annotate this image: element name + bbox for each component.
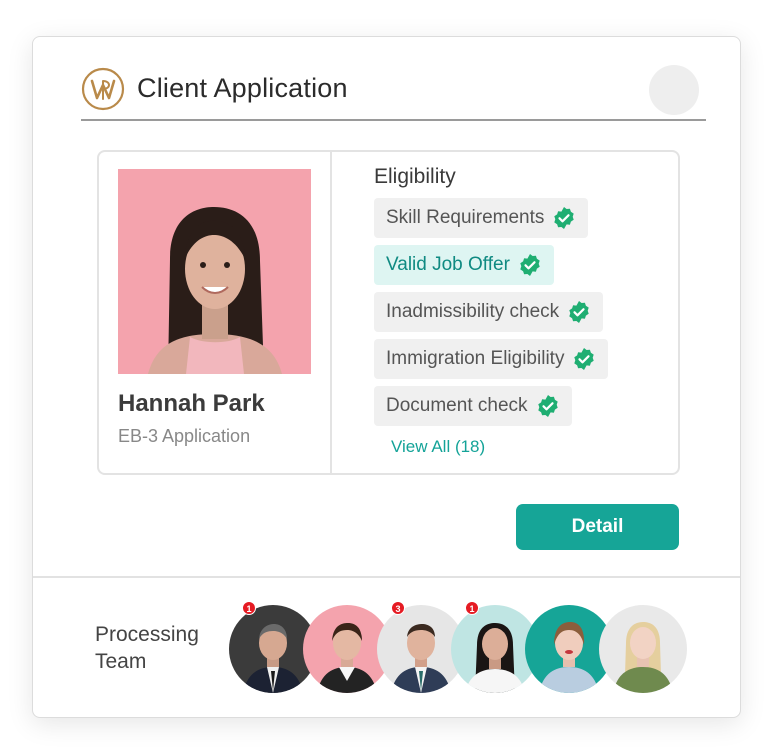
card-header: Client Application [81,67,706,121]
applicant-name: Hannah Park [118,390,265,417]
footer-divider [33,576,740,578]
notification-badge: 1 [242,601,256,615]
verified-badge-icon [574,348,595,370]
panel-divider [330,152,332,473]
user-avatar[interactable] [649,65,699,115]
detail-button[interactable]: Detail [516,504,679,550]
notification-badge: 1 [465,601,479,615]
verified-badge-icon [569,301,589,323]
page-title: Client Application [137,73,348,103]
eligibility-list: Skill Requirements Valid Job Offer Inadm… [374,198,609,433]
client-application-card: Client Application Hannah Park EB-3 Appl… [32,36,741,718]
eligibility-item-skill-requirements[interactable]: Skill Requirements [374,198,589,238]
eligibility-item-immigration-eligibility[interactable]: Immigration Eligibility [374,339,609,379]
verified-badge-icon [520,254,540,276]
eligibility-item-valid-job-offer[interactable]: Valid Job Offer [374,245,554,285]
wp-monogram-logo [81,67,125,111]
processing-team-label: Processing Team [95,623,199,673]
view-all-link[interactable]: View All (18) [391,437,485,457]
verified-badge-icon [537,395,558,417]
team-member-avatar[interactable] [599,605,687,693]
notification-badge: 3 [391,601,405,615]
application-type: EB-3 Application [118,426,251,446]
eligibility-item-document-check[interactable]: Document check [374,386,572,426]
verified-badge-icon [554,207,575,229]
processing-team-avatars: 1 3 1 [229,601,689,695]
eligibility-title: Eligibility [374,165,456,188]
applicant-photo [118,169,311,374]
eligibility-item-inadmissibility-check[interactable]: Inadmissibility check [374,292,604,332]
applicant-profile-panel: Hannah Park EB-3 Application Eligibility… [97,150,680,475]
